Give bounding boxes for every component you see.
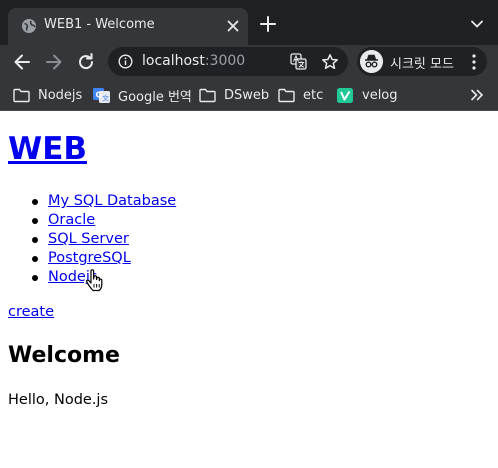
bookmark-label: Google 번역: [118, 89, 192, 105]
create-link[interactable]: create: [8, 303, 54, 322]
hand-pointer-cursor-icon: [85, 269, 103, 292]
home-link[interactable]: WEB: [8, 131, 87, 167]
bookmark-label: DSweb: [224, 87, 270, 103]
bookmark-nodejs[interactable]: Nodejs: [13, 85, 82, 105]
svg-text:文: 文: [102, 93, 109, 102]
chevron-double-right-icon[interactable]: [470, 88, 484, 102]
back-arrow-icon[interactable]: [11, 51, 33, 73]
toolbar: localhost:3000 시크릿 모드: [0, 45, 498, 79]
list-item: SQL Server: [8, 230, 176, 249]
bookmark-dsweb[interactable]: DSweb: [199, 85, 269, 105]
content-heading: Welcome: [8, 343, 120, 368]
topic-link-mysql[interactable]: My SQL Database: [48, 193, 176, 209]
list-item: PostgreSQL: [8, 249, 176, 268]
new-tab-plus-icon[interactable]: [259, 15, 277, 33]
bookmark-velog[interactable]: velog: [337, 85, 398, 105]
info-icon[interactable]: [118, 54, 133, 69]
url-port: :3000: [204, 53, 246, 69]
globe-icon: [22, 19, 36, 33]
bookmarks-bar: Nodejs G 文 Google 번역 DSweb etc velog: [0, 79, 498, 111]
tab-title: WEB1 - Welcome: [44, 17, 155, 32]
page-title: WEB: [8, 131, 87, 167]
incognito-label: 시크릿 모드: [390, 57, 454, 72]
url-host: localhost: [142, 53, 205, 69]
bookmark-star-icon[interactable]: [321, 53, 339, 71]
reload-icon[interactable]: [75, 51, 97, 73]
topic-link-oracle[interactable]: Oracle: [48, 212, 95, 228]
chevron-down-icon[interactable]: [470, 17, 484, 31]
url-text[interactable]: localhost:3000: [142, 53, 245, 69]
incognito-badge[interactable]: 시크릿 모드: [357, 47, 487, 76]
folder-icon: [278, 88, 295, 102]
translate-icon[interactable]: [290, 53, 307, 70]
bookmark-etc[interactable]: etc: [278, 85, 323, 105]
list-item: My SQL Database: [8, 192, 176, 211]
tab-active[interactable]: WEB1 - Welcome: [8, 8, 248, 45]
topic-link-postgresql[interactable]: PostgreSQL: [48, 250, 131, 266]
list-item: Oracle: [8, 211, 176, 230]
browser-chrome: WEB1 - Welcome localhost:3000 시크릿 모드 Nod…: [0, 0, 498, 111]
bookmark-label: Nodejs: [38, 87, 83, 103]
velog-icon: [337, 87, 353, 103]
bookmark-label: velog: [362, 87, 398, 103]
bookmark-label: etc: [303, 87, 324, 103]
forward-arrow-icon[interactable]: [43, 51, 65, 73]
folder-icon: [13, 88, 30, 102]
content-body: Hello, Node.js: [8, 392, 109, 408]
folder-icon: [199, 88, 216, 102]
more-menu-icon[interactable]: [472, 54, 476, 70]
address-bar[interactable]: localhost:3000: [108, 47, 348, 76]
close-icon[interactable]: [224, 17, 242, 35]
topic-link-sql-server[interactable]: SQL Server: [48, 231, 129, 247]
incognito-icon: [360, 50, 383, 73]
google-translate-icon: G 文: [93, 87, 110, 103]
bookmark-google-translate[interactable]: G 文 Google 번역: [93, 85, 192, 105]
tab-strip: WEB1 - Welcome: [0, 0, 498, 45]
page-content: WEB My SQL Database Oracle SQL Server Po…: [0, 111, 498, 468]
